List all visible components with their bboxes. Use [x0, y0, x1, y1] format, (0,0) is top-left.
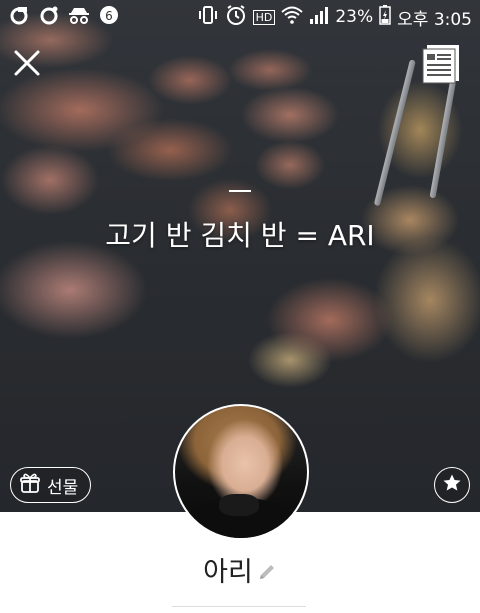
story-button[interactable] — [418, 40, 464, 86]
avatar-collar — [219, 494, 259, 516]
wifi-icon — [281, 6, 304, 29]
notification-o-icon — [38, 4, 60, 26]
gift-button[interactable]: 선물 — [10, 467, 92, 503]
favorite-button[interactable] — [434, 467, 470, 503]
status-bar: 6 HD 23% 오후 3:05 — [0, 0, 480, 34]
gift-icon — [19, 472, 41, 499]
status-divider — [229, 190, 251, 192]
battery-icon — [379, 4, 391, 30]
notification-badge-icon: 6 — [98, 4, 120, 26]
gift-label: 선물 — [47, 477, 79, 498]
hd-voice-icon: HD — [252, 9, 276, 25]
vibrate-icon — [197, 5, 219, 30]
pencil-icon[interactable] — [257, 562, 277, 582]
incognito-icon — [68, 4, 90, 26]
alarm-icon — [225, 4, 247, 31]
status-message: 고기 반 김치 반 = ARI — [0, 190, 480, 254]
star-icon — [442, 473, 462, 497]
battery-percent: 23% — [335, 7, 374, 27]
profile-name: 아리 — [203, 557, 253, 588]
close-button[interactable] — [12, 48, 42, 78]
close-icon — [12, 50, 42, 82]
notification-g-icon — [8, 4, 30, 26]
tongs-graphic — [373, 59, 416, 207]
status-message-text: 고기 반 김치 반 = ARI — [105, 219, 375, 252]
profile-name-row[interactable]: 아리 — [0, 550, 480, 589]
svg-text:6: 6 — [105, 9, 113, 23]
avatar[interactable] — [173, 404, 309, 540]
story-icon — [418, 45, 464, 90]
clock: 오후 3:05 — [397, 9, 472, 30]
signal-icon — [309, 6, 329, 29]
